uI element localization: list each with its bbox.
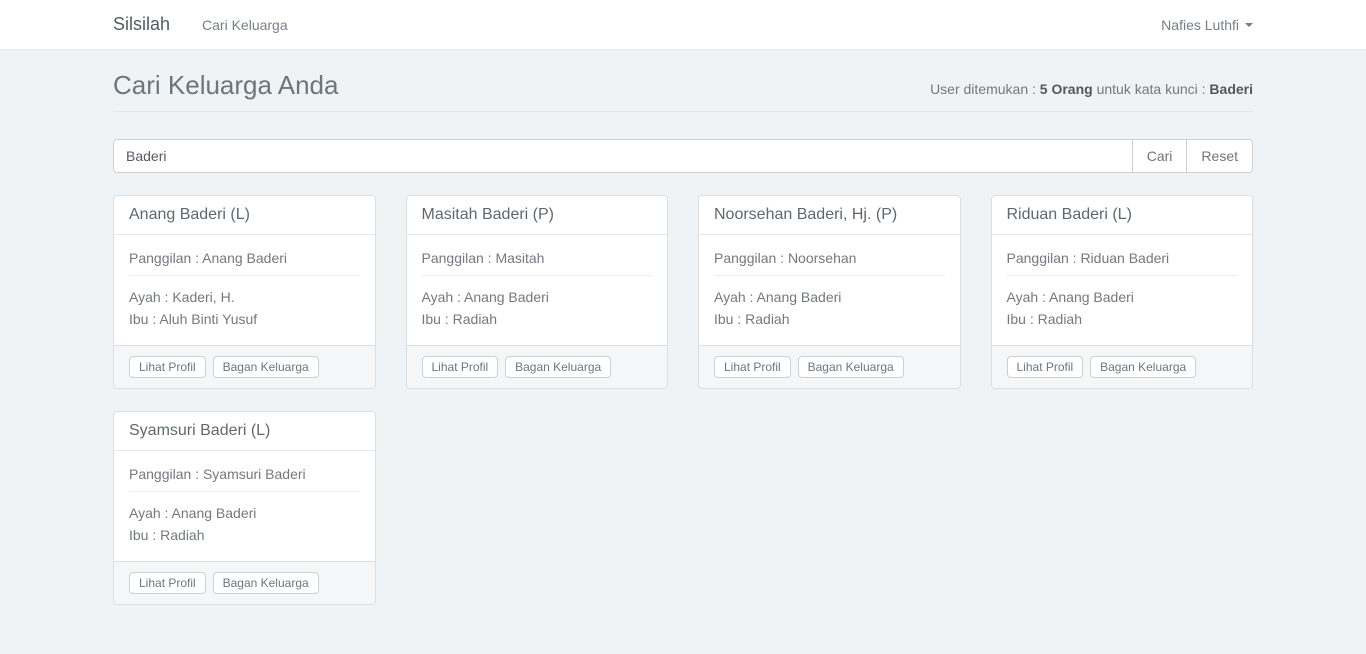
person-card-footer: Lihat Profil Bagan Keluarga [407, 345, 668, 388]
result-summary-prefix: User ditemukan : [930, 81, 1036, 97]
result-count: 5 Orang [1040, 81, 1093, 97]
family-chart-button[interactable]: Bagan Keluarga [505, 356, 611, 378]
person-nickname: Panggilan : Noorsehan [714, 250, 945, 266]
result-summary: User ditemukan : 5 Orang untuk kata kunc… [930, 81, 1253, 97]
person-card-footer: Lihat Profil Bagan Keluarga [114, 345, 375, 388]
person-card: Noorsehan Baderi, Hj. (P) Panggilan : No… [698, 195, 961, 389]
person-mother: Ibu : Aluh Binti Yusuf [129, 308, 360, 330]
page-title: Cari Keluarga Anda [113, 70, 338, 101]
person-name: Noorsehan Baderi, Hj. (P) [714, 206, 945, 224]
brand-link[interactable]: Silsilah [113, 14, 170, 35]
divider [1007, 275, 1238, 276]
person-card: Syamsuri Baderi (L) Panggilan : Syamsuri… [113, 411, 376, 605]
person-card-footer: Lihat Profil Bagan Keluarga [114, 561, 375, 604]
person-card: Anang Baderi (L) Panggilan : Anang Bader… [113, 195, 376, 389]
divider [129, 491, 360, 492]
person-name: Anang Baderi (L) [129, 206, 360, 224]
view-profile-button[interactable]: Lihat Profil [129, 572, 206, 594]
page-header: Cari Keluarga Anda User ditemukan : 5 Or… [113, 70, 1253, 112]
person-name: Masitah Baderi (P) [422, 206, 653, 224]
main-content: Cari Keluarga Anda User ditemukan : 5 Or… [113, 50, 1253, 605]
user-name: Nafies Luthfi [1161, 17, 1239, 33]
person-nickname: Panggilan : Anang Baderi [129, 250, 360, 266]
person-father: Ayah : Anang Baderi [714, 286, 945, 308]
chevron-down-icon [1245, 23, 1253, 27]
person-card-body: Panggilan : Masitah Ayah : Anang Baderi … [407, 235, 668, 345]
family-chart-button[interactable]: Bagan Keluarga [213, 572, 319, 594]
person-card-header: Noorsehan Baderi, Hj. (P) [699, 196, 960, 235]
person-card-header: Riduan Baderi (L) [992, 196, 1253, 235]
person-card-footer: Lihat Profil Bagan Keluarga [992, 345, 1253, 388]
person-card-body: Panggilan : Anang Baderi Ayah : Kaderi, … [114, 235, 375, 345]
person-mother: Ibu : Radiah [714, 308, 945, 330]
person-nickname: Panggilan : Syamsuri Baderi [129, 466, 360, 482]
person-mother: Ibu : Radiah [422, 308, 653, 330]
person-card-footer: Lihat Profil Bagan Keluarga [699, 345, 960, 388]
nav-item-cari-keluarga[interactable]: Cari Keluarga [202, 17, 288, 33]
person-mother: Ibu : Radiah [129, 524, 360, 546]
search-bar: Cari Reset [113, 139, 1253, 173]
person-card-header: Syamsuri Baderi (L) [114, 412, 375, 451]
result-keyword: Baderi [1209, 81, 1253, 97]
person-card-header: Masitah Baderi (P) [407, 196, 668, 235]
person-card-header: Anang Baderi (L) [114, 196, 375, 235]
view-profile-button[interactable]: Lihat Profil [129, 356, 206, 378]
reset-button[interactable]: Reset [1186, 139, 1253, 173]
person-card-body: Panggilan : Syamsuri Baderi Ayah : Anang… [114, 451, 375, 561]
person-mother: Ibu : Radiah [1007, 308, 1238, 330]
result-summary-middle: untuk kata kunci : [1097, 81, 1206, 97]
person-name: Syamsuri Baderi (L) [129, 422, 360, 440]
person-father: Ayah : Anang Baderi [1007, 286, 1238, 308]
family-chart-button[interactable]: Bagan Keluarga [1090, 356, 1196, 378]
view-profile-button[interactable]: Lihat Profil [422, 356, 499, 378]
user-menu-dropdown[interactable]: Nafies Luthfi [1161, 17, 1253, 33]
person-card-body: Panggilan : Riduan Baderi Ayah : Anang B… [992, 235, 1253, 345]
view-profile-button[interactable]: Lihat Profil [1007, 356, 1084, 378]
person-father: Ayah : Anang Baderi [129, 502, 360, 524]
view-profile-button[interactable]: Lihat Profil [714, 356, 791, 378]
person-father: Ayah : Anang Baderi [422, 286, 653, 308]
search-input[interactable] [113, 139, 1133, 173]
family-chart-button[interactable]: Bagan Keluarga [798, 356, 904, 378]
family-chart-button[interactable]: Bagan Keluarga [213, 356, 319, 378]
divider [129, 275, 360, 276]
divider [714, 275, 945, 276]
person-name: Riduan Baderi (L) [1007, 206, 1238, 224]
search-button[interactable]: Cari [1132, 139, 1188, 173]
person-card-body: Panggilan : Noorsehan Ayah : Anang Bader… [699, 235, 960, 345]
person-father: Ayah : Kaderi, H. [129, 286, 360, 308]
results-grid: Anang Baderi (L) Panggilan : Anang Bader… [113, 195, 1253, 605]
person-nickname: Panggilan : Riduan Baderi [1007, 250, 1238, 266]
divider [422, 275, 653, 276]
navbar: Silsilah Cari Keluarga Nafies Luthfi [0, 0, 1366, 50]
person-card: Masitah Baderi (P) Panggilan : Masitah A… [406, 195, 669, 389]
person-nickname: Panggilan : Masitah [422, 250, 653, 266]
person-card: Riduan Baderi (L) Panggilan : Riduan Bad… [991, 195, 1254, 389]
